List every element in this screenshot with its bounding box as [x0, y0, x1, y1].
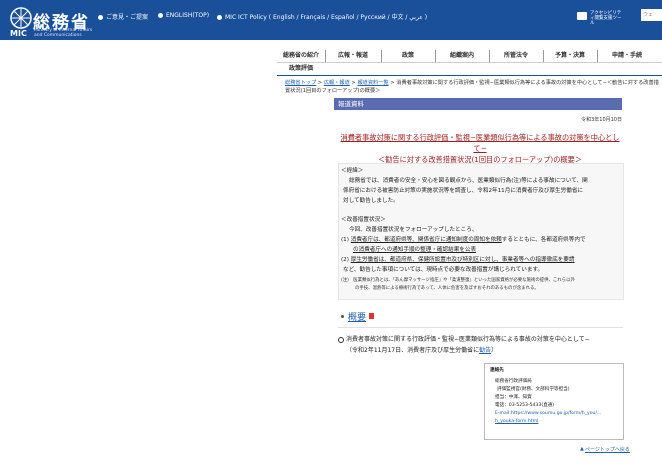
nav-item-applications[interactable]: 申請・手続: [597, 50, 657, 62]
related-text: ）: [491, 347, 498, 354]
page-top-link[interactable]: ページトップへ戻る: [585, 446, 630, 453]
list-item: (2) 厚生労働省は、都道府県、保健所設置市及び特別区に対し、事業者等への指導徹…: [341, 256, 574, 266]
pdf-icon[interactable]: [369, 313, 374, 319]
global-nav: 総務省の紹介 広報・報道 政策 組織案内 所管法令 予算・決算 申請・手続 政策…: [277, 50, 662, 76]
body-text: など、勧告した事項については、現時点で必要な改善措置が講じられています。: [343, 267, 544, 273]
recommendation-link[interactable]: 勧告: [479, 347, 491, 354]
bullet-icon: [341, 315, 344, 318]
body-text: 総務省では、消費者の安全・安心を図る観点から、医業類似行為(注)等による事故につ…: [349, 178, 588, 184]
overview-pdf-link[interactable]: 概要: [348, 310, 366, 323]
header-link-label: ENGLISH(TOP): [166, 12, 210, 19]
nav-item-evaluation[interactable]: 政策評価: [277, 63, 325, 75]
contact-box: 連絡先 総務省行政評価局 評価監視官(財務、文部科学等担当) 担当：中澤、知賀 …: [484, 363, 624, 440]
breadcrumb-press[interactable]: 広報・報道: [324, 80, 350, 86]
header-link-feedback[interactable]: ご意見・ご提案: [98, 12, 148, 21]
divider: [338, 327, 623, 328]
nav-item-about[interactable]: 総務省の紹介: [277, 50, 326, 62]
list-text-emphasis: 厚生労働省は、都道府県、保健所設置市及び特別区に対し、事業者等への指導徹底を要請: [350, 257, 575, 263]
logo-abbr: MIC: [10, 29, 27, 38]
nav-item-policy[interactable]: 政策: [381, 50, 436, 62]
nav-item-laws[interactable]: 所管法令: [489, 50, 544, 62]
press-release-label: 報道資料: [334, 98, 622, 110]
contact-person: 担当：中澤、知賀: [495, 395, 532, 400]
list-item-continued: の消費者庁への通知手順の整理・確認結果を公表: [353, 246, 476, 256]
accessibility-tool-link[interactable]: アクセシビリティ閲覧支援ツール: [590, 11, 622, 26]
logo-subtitle: Ministry of Internal Affairs and Communi…: [34, 28, 93, 38]
contact-email-link[interactable]: h_youka-form.html: [495, 418, 538, 426]
header-link-label: ご意見・ご提案: [106, 14, 149, 21]
breadcrumb-separator: >: [317, 80, 323, 86]
list-number: (1): [341, 237, 349, 243]
related-release-title: 消費者事故対策に関する行政評価・監視−医業類似行為等による事故の対策を中心として…: [346, 336, 590, 343]
breadcrumb-home[interactable]: 総務省トップ: [285, 80, 316, 86]
title-line: 消費者事故対策に関する行政評価・監視−医業類似行為等による事故の対策を中心として…: [340, 133, 620, 153]
bullet-icon: [158, 13, 163, 18]
related-text: （令和2年11月17日、消費者庁及び厚生労働省に: [346, 347, 480, 354]
summary-box: ＜経緯＞ 総務省では、消費者の安全・安心を図る観点から、医業類似行為(注)等によ…: [338, 163, 624, 300]
nav-item-press[interactable]: 広報・報道: [325, 50, 382, 62]
breadcrumb-separator: >: [390, 80, 395, 86]
breadcrumb: 総務省トップ > 広報・報道 > 報道資料一覧 > 消費者事故対策に関する行政評…: [285, 79, 660, 95]
list-text-emphasis: 消費者庁は、都道府県等、関係省庁に通知制度の周知を依頼: [350, 237, 502, 243]
circle-bullet-icon: [338, 337, 344, 343]
list-text-emphasis: の消費者庁への通知手順の整理・確認結果を公表: [353, 247, 477, 253]
nav-item-budget[interactable]: 予算・決算: [543, 50, 598, 62]
nav-divider: [277, 62, 662, 63]
mic-logo-icon[interactable]: [10, 7, 32, 29]
header-link-english[interactable]: ENGLISH(TOP): [158, 12, 209, 19]
bullet-icon: [98, 15, 103, 20]
list-item: (1) 消費者庁は、都道府県等、関係省庁に通知制度の周知を依頼するとともに、各都…: [341, 236, 586, 246]
accessibility-icon[interactable]: [577, 12, 587, 20]
release-date: 令和3年10月10日: [581, 117, 622, 123]
header-link-ict-policy[interactable]: MIC ICT Policy ( English / Français / Es…: [217, 12, 427, 21]
section-heading-background: ＜経緯＞: [341, 168, 364, 174]
bullet-icon: [217, 15, 222, 20]
section-heading-status: ＜改善措置状況＞: [341, 217, 386, 223]
contact-heading: 連絡先: [490, 368, 504, 373]
breadcrumb-press-list[interactable]: 報道資料一覧: [357, 80, 388, 86]
search-input[interactable]: ウェ: [641, 9, 662, 21]
contact-tel: 電話：03-5253-5433(直通): [495, 403, 555, 408]
arrow-up-icon: ▲: [580, 446, 584, 452]
breadcrumb-separator: >: [351, 80, 356, 86]
nav-bottom-border: [277, 75, 662, 76]
body-text: 係府省における被害防止対策の実施状況等を調査し、令和2年11月に消費者庁及び厚生…: [343, 188, 584, 194]
header-link-label: MIC ICT Policy ( English / Français / Es…: [225, 14, 428, 21]
footnote: (注) 医業類似行為とは、「あん摩マッサージ指圧」や「柔道整復」といった国家資格…: [341, 278, 575, 283]
footnote: の手技、温熱等による療術行為であって、人体に危害を及ぼすおそれのあるものが含まれ…: [355, 286, 539, 291]
body-text: 対して勧告しました。: [343, 198, 399, 204]
related-release-detail: （令和2年11月17日、消費者庁及び厚生労働省に勧告）: [346, 345, 497, 354]
nav-item-organization[interactable]: 組織案内: [435, 50, 490, 62]
list-number: (2): [341, 257, 349, 263]
contact-org: 総務省行政評価局: [495, 379, 532, 384]
contact-email-link[interactable]: E-mail:https://www.soumu.go.jp/form/h_yo…: [495, 410, 601, 418]
body-text: 今回、改善措置状況をフォローアップしたところ、: [349, 227, 478, 233]
contact-dept: 評価監視官(財務、文部科学等担当): [497, 387, 570, 392]
page-title: 消費者事故対策に関する行政評価・監視−医業類似行為等による事故の対策を中心として…: [338, 132, 622, 165]
list-text: するとともに、各都道府県等内で: [501, 237, 586, 243]
